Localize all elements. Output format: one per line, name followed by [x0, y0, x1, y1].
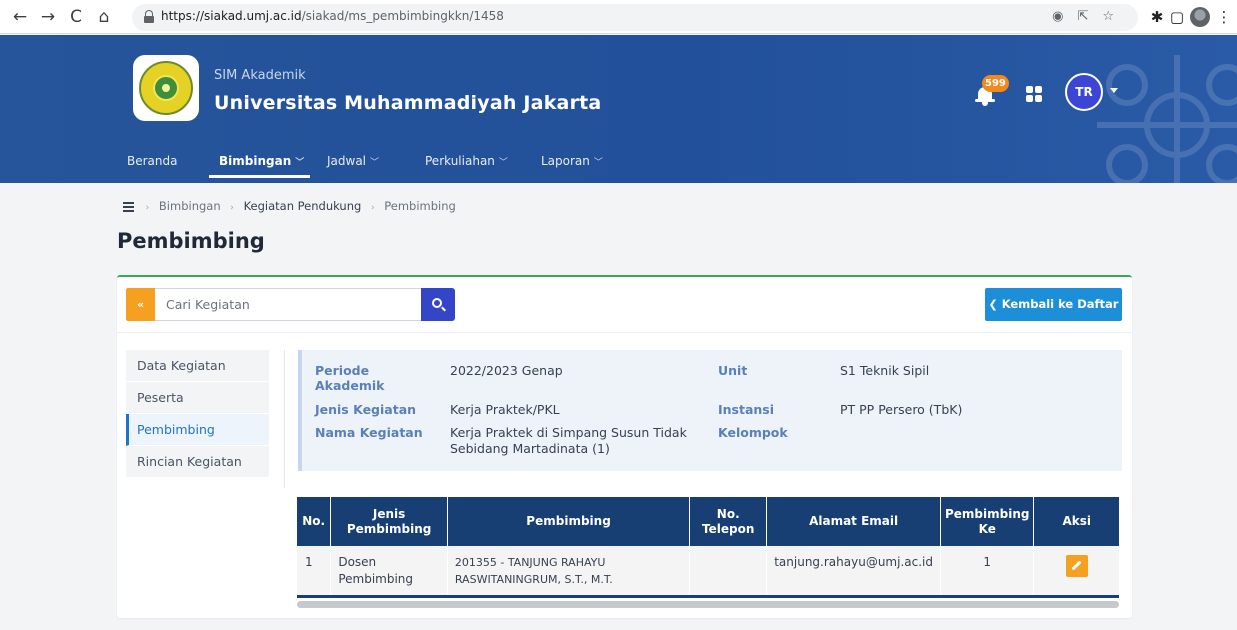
breadcrumb-pembimbing: Pembimbing: [384, 199, 456, 213]
content-card: « ❮Kembali ke Daftar Data Kegiatan Peser…: [117, 275, 1132, 618]
menu-label: Bimbingan: [219, 154, 292, 168]
eye-icon[interactable]: ◉: [1052, 9, 1077, 24]
nama-kegiatan-value: Kerja Praktek di Simpang Susun Tidak Seb…: [450, 425, 687, 456]
instansi-label: Instansi: [718, 402, 775, 417]
kelompok-label: Kelompok: [718, 425, 788, 440]
menu-label: Perkuliahan: [425, 154, 495, 168]
menu-label: Laporan: [541, 154, 590, 168]
chevron-down-icon: ﹀: [370, 158, 380, 168]
logo-seal-icon: [139, 61, 193, 115]
university-logo[interactable]: [133, 55, 199, 121]
apps-grid-icon[interactable]: [1026, 86, 1042, 102]
collapse-back-button[interactable]: «: [126, 288, 155, 321]
periode-value: 2022/2023 Genap: [450, 363, 563, 378]
search-button[interactable]: [421, 288, 455, 321]
menu-label: Beranda: [127, 154, 178, 168]
jenis-kegiatan-label: Jenis Kegiatan: [315, 402, 417, 417]
column-header: No.: [297, 497, 332, 546]
menu-item-laporan[interactable]: Laporan ﹀: [541, 152, 603, 172]
sidenav-item-pembimbing[interactable]: Pembimbing: [126, 414, 269, 446]
url-path: /siakad/ms_pembimbingkkn/1458: [301, 9, 504, 23]
sidenav-item-rincian-kegiatan[interactable]: Rincian Kegiatan: [126, 446, 269, 478]
breadcrumb-kegiatan-pendukung[interactable]: Kegiatan Pendukung: [244, 199, 362, 213]
notification-count-badge: 599: [982, 75, 1009, 92]
active-menu-indicator: [209, 175, 310, 178]
column-header: No. Telepon: [689, 497, 768, 546]
menu-item-perkuliahan[interactable]: Perkuliahan ﹀: [425, 152, 508, 172]
cell-pembimbing: 201355 - TANJUNG RAHAYU RASWITANINGRUM, …: [447, 546, 691, 598]
lock-icon: [144, 10, 154, 24]
table-header-row: No. Jenis Pembimbing Pembimbing No. Tele…: [297, 497, 1119, 546]
divider: [117, 332, 1132, 333]
app-header: SIM Akademik Universitas Muhammadiyah Ja…: [0, 35, 1237, 183]
main-menu: Beranda Bimbingan ﹀ Jadwal ﹀ Perkuliahan ﹀ …: [0, 152, 1237, 178]
cell-pembimbing-ke: 1: [940, 546, 1035, 598]
menu-item-jadwal[interactable]: Jadwal ﹀: [327, 152, 379, 172]
menu-item-beranda[interactable]: Beranda: [127, 152, 177, 170]
back-to-list-label: Kembali ke Daftar: [1001, 297, 1119, 311]
profile-avatar-icon[interactable]: [1190, 7, 1210, 27]
cell-jenis-pembimbing: Dosen Pembimbing: [330, 546, 448, 598]
back-arrow-icon[interactable]: ←: [10, 6, 30, 28]
bookmark-star-icon[interactable]: ☆: [1102, 9, 1128, 24]
unit-label: Unit: [718, 363, 748, 378]
divider: [284, 350, 285, 488]
activity-info-panel: Periode Akademik 2022/2023 Genap Jenis K…: [298, 350, 1122, 471]
app-subtitle: SIM Akademik: [214, 68, 306, 83]
kebab-menu-icon[interactable]: ⋮: [1214, 7, 1234, 27]
unit-value: S1 Teknik Sipil: [840, 363, 930, 378]
breadcrumb: › Bimbingan › Kegiatan Pendukung › Pembi…: [123, 199, 456, 213]
user-avatar[interactable]: TR: [1065, 73, 1103, 111]
instansi-value: PT PP Persero (TbK): [840, 402, 963, 417]
breadcrumb-bimbingan[interactable]: Bimbingan: [159, 199, 221, 213]
column-header: Jenis Pembimbing: [330, 497, 448, 546]
chevron-down-icon: ﹀: [295, 158, 305, 168]
search-icon: [432, 298, 442, 308]
table-row: 1 Dosen Pembimbing 201355 - TANJUNG RAHA…: [297, 546, 1119, 598]
pembimbing-table: No. Jenis Pembimbing Pembimbing No. Tele…: [297, 497, 1119, 598]
column-header: Pembimbing Ke: [940, 497, 1035, 546]
url-host: https://siakad.umj.ac.id: [161, 9, 302, 23]
column-header: Pembimbing: [447, 497, 691, 546]
column-header: Aksi: [1033, 497, 1119, 546]
menu-item-bimbingan[interactable]: Bimbingan ﹀: [219, 152, 304, 172]
search-input[interactable]: [155, 288, 421, 321]
periode-label: Periode Akademik: [315, 363, 385, 393]
table-horizontal-scrollbar[interactable]: [297, 601, 1119, 608]
chevron-left-icon: ❮: [988, 298, 998, 311]
chevron-down-icon: ﹀: [498, 158, 508, 168]
sidepanel-icon[interactable]: ▢: [1167, 7, 1187, 27]
cell-telepon: [689, 546, 768, 598]
reload-icon[interactable]: C: [66, 6, 86, 28]
home-icon[interactable]: ⌂: [94, 6, 114, 28]
address-bar[interactable]: https://siakad.umj.ac.id/siakad/ms_pembi…: [132, 4, 1138, 31]
jenis-kegiatan-value: Kerja Praktek/PKL: [450, 402, 560, 417]
app-title[interactable]: Universitas Muhammadiyah Jakarta: [214, 92, 601, 114]
forward-arrow-icon[interactable]: →: [38, 6, 58, 28]
caret-down-icon[interactable]: [1110, 88, 1118, 93]
sidenav-item-data-kegiatan[interactable]: Data Kegiatan: [126, 350, 269, 382]
cell-no: 1: [297, 546, 332, 598]
url-text[interactable]: https://siakad.umj.ac.id/siakad/ms_pembi…: [161, 9, 504, 23]
back-to-list-button[interactable]: ❮ Kembali ke Daftar: [985, 288, 1122, 321]
cell-email: tanjung.rahayu@umj.ac.id: [766, 546, 941, 598]
page-title: Pembimbing: [117, 229, 265, 253]
column-header: Alamat Email: [766, 497, 941, 546]
search-group: «: [126, 288, 455, 321]
chevron-right-icon: ›: [370, 203, 375, 213]
edit-pencil-icon[interactable]: [1065, 555, 1088, 577]
chevron-right-icon: ›: [145, 203, 150, 213]
share-icon[interactable]: ⇱: [1077, 9, 1102, 24]
extensions-puzzle-icon[interactable]: ✱: [1147, 7, 1167, 27]
chevron-right-icon: ›: [230, 203, 234, 213]
hamburger-menu-icon[interactable]: [123, 202, 134, 212]
chevron-down-icon: ﹀: [593, 158, 603, 168]
menu-label: Jadwal: [327, 154, 367, 168]
cell-aksi: [1033, 546, 1119, 598]
detail-sidenav: Data Kegiatan Peserta Pembimbing Rincian…: [126, 350, 269, 478]
address-bar-actions: ◉⇱☆: [1052, 9, 1128, 24]
sidenav-item-peserta[interactable]: Peserta: [126, 382, 269, 414]
browser-toolbar: ← → C ⌂ https://siakad.umj.ac.id/siakad/…: [0, 0, 1237, 34]
nama-kegiatan-label: Nama Kegiatan: [315, 425, 423, 440]
